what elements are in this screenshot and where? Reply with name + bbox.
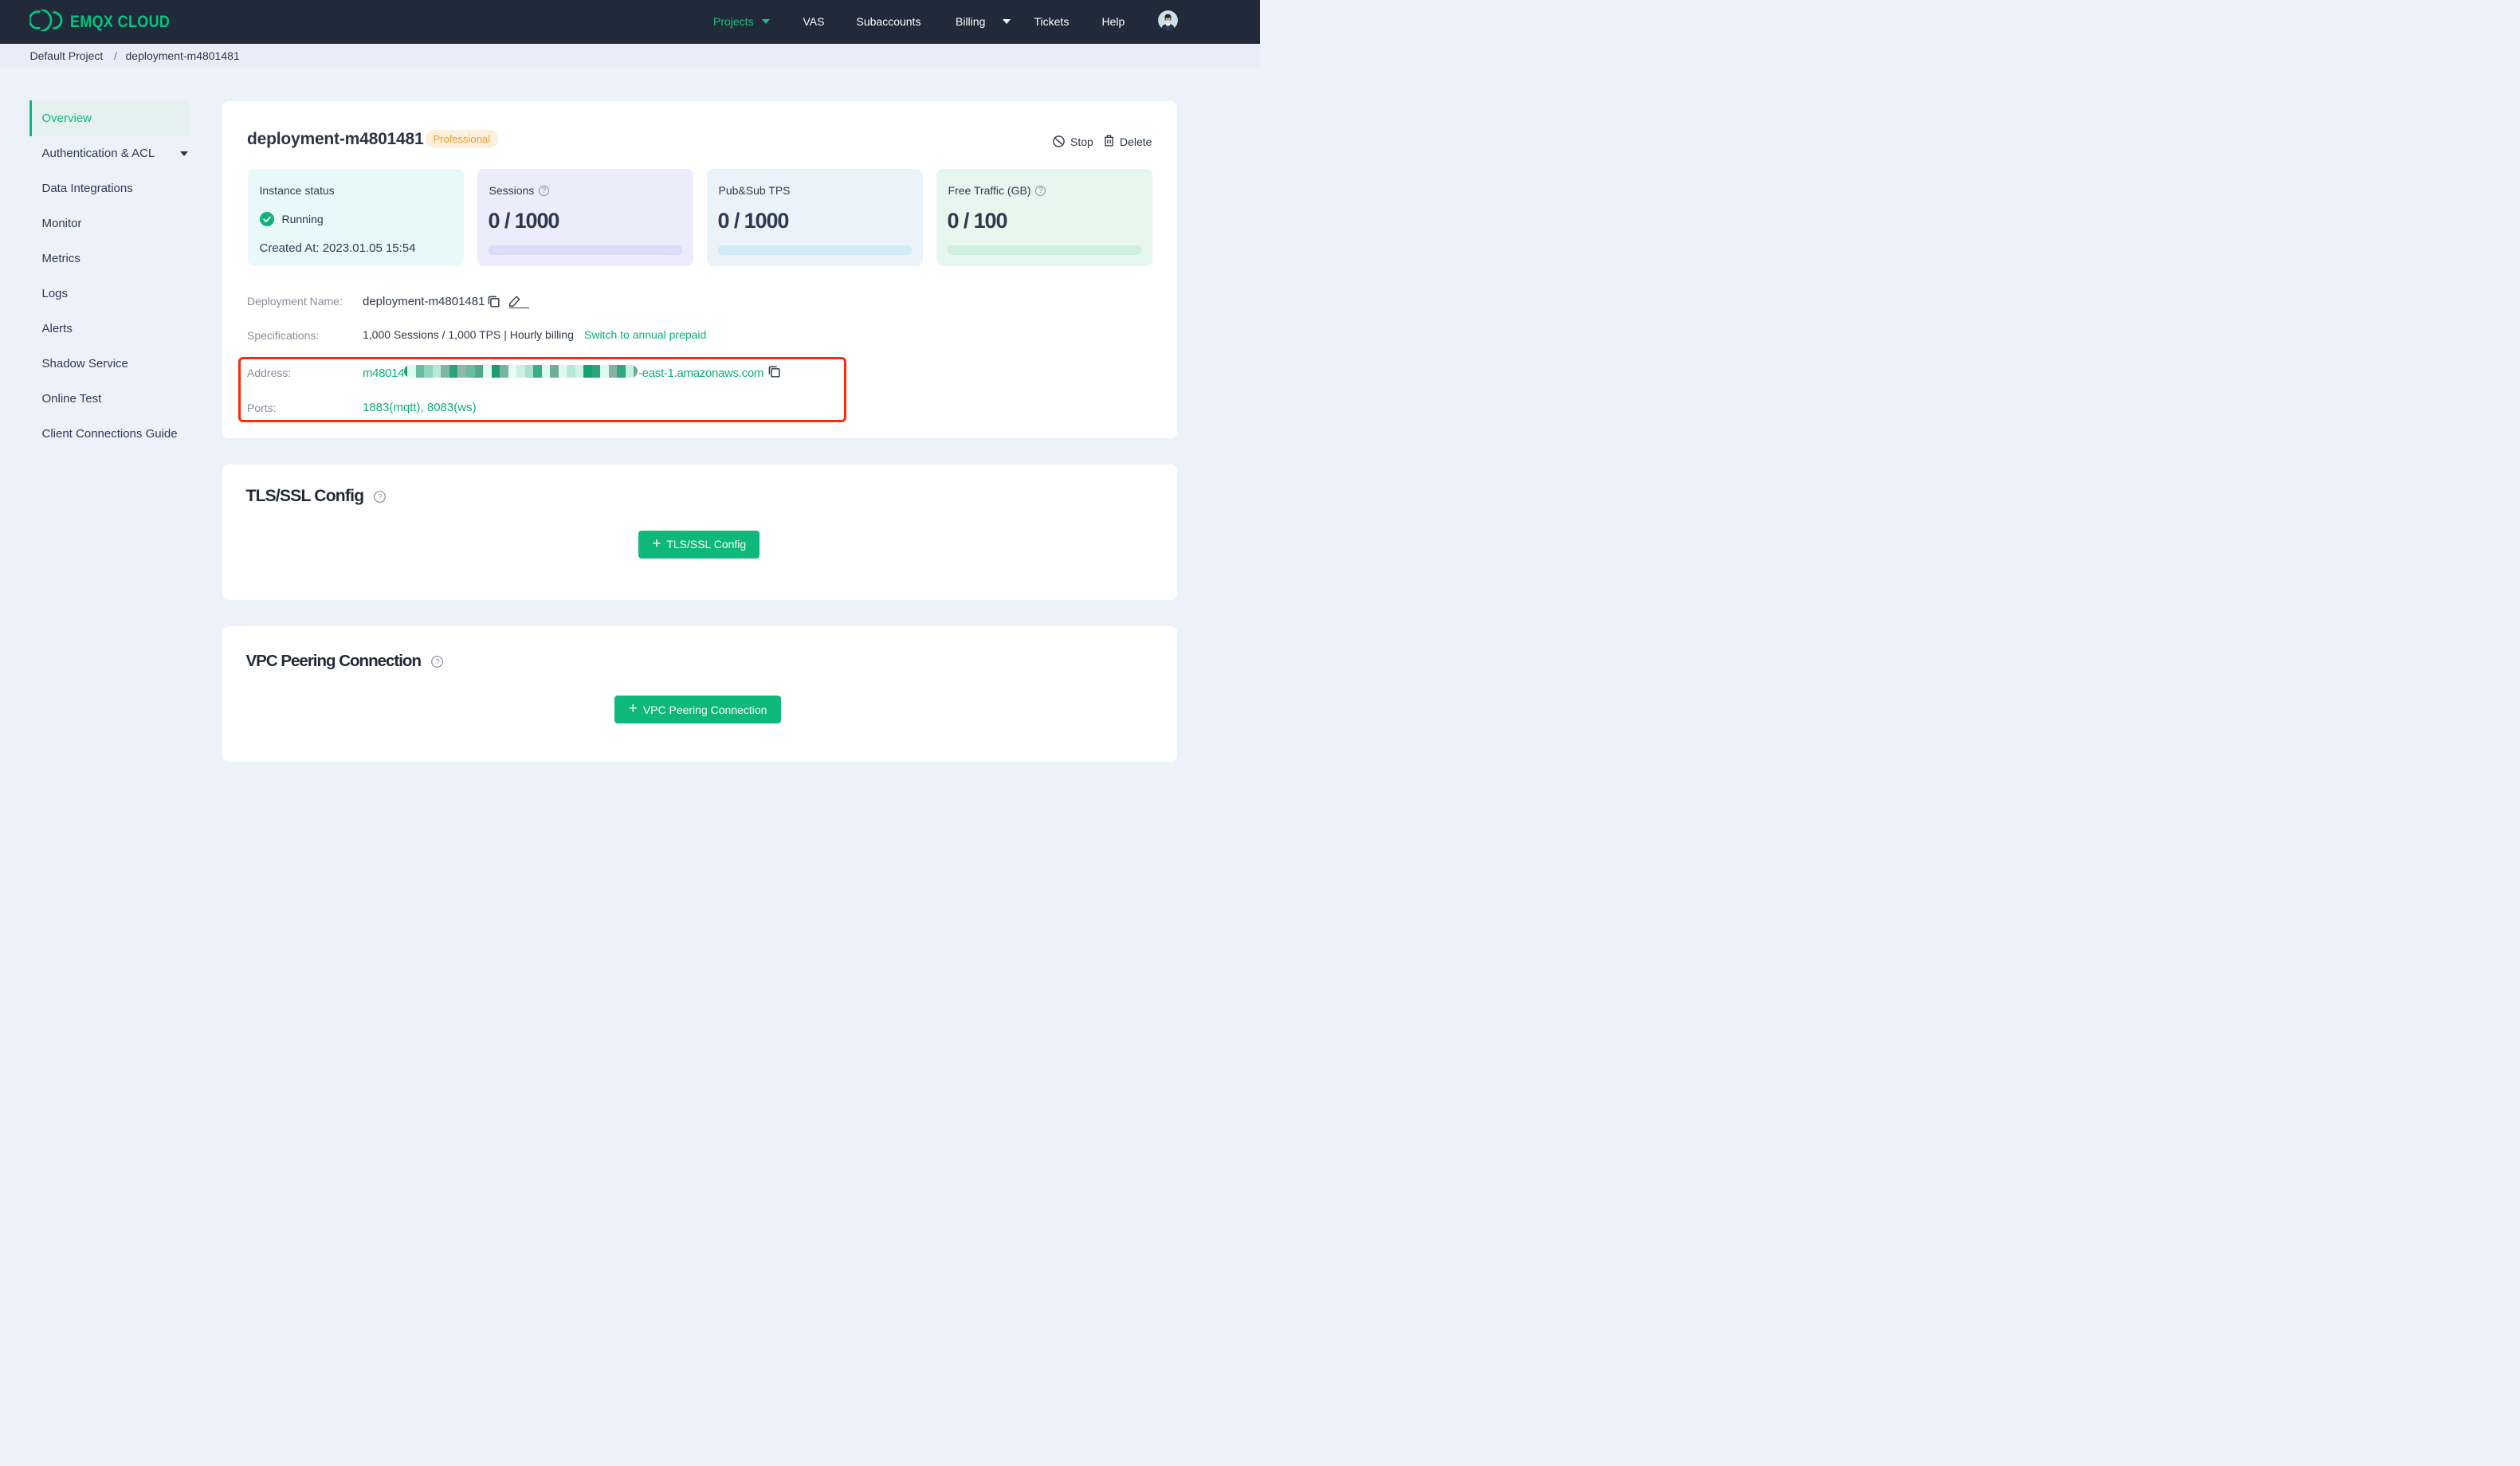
svg-text:?: ? xyxy=(379,492,383,501)
svg-text:?: ? xyxy=(435,657,439,666)
